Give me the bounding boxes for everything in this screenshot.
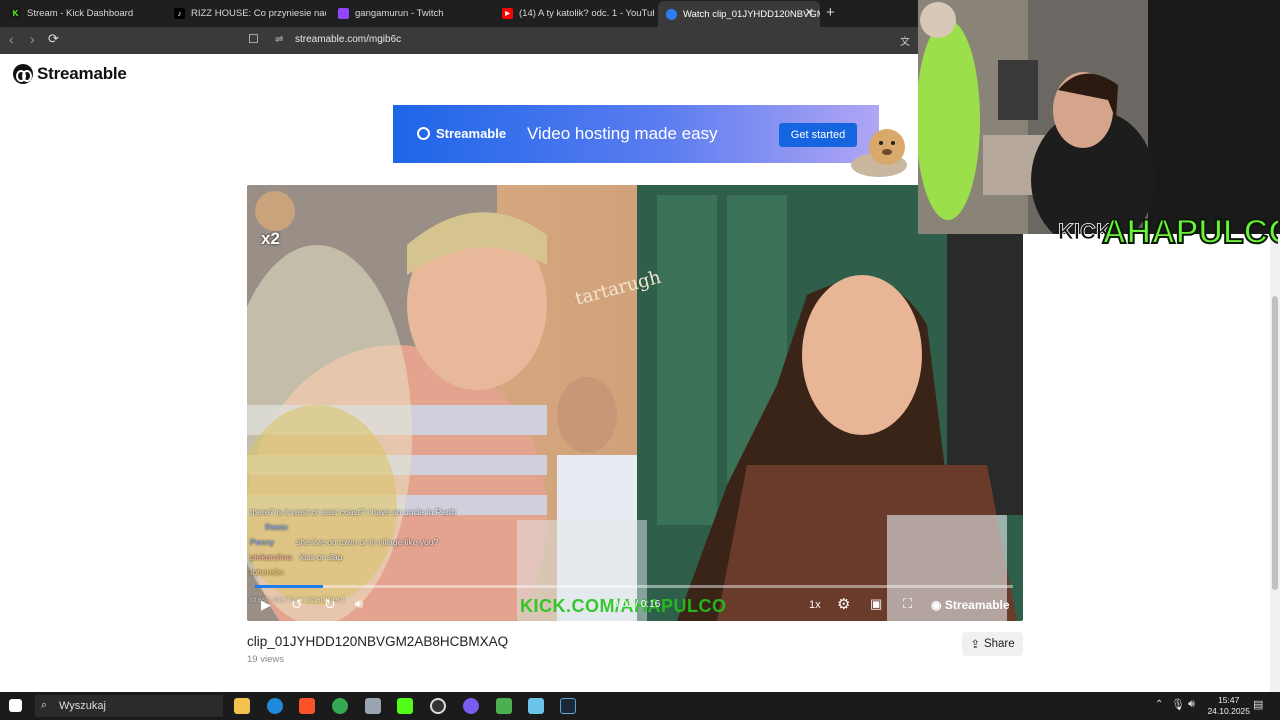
tiktok-icon: ♪: [174, 8, 185, 19]
tab-streamable-active[interactable]: Watch clip_01JYHDD120NBVGM ✕: [658, 1, 820, 27]
streamable-icon: ◉: [931, 598, 942, 612]
twitch-icon: [338, 8, 349, 19]
rewind-icon[interactable]: ↺: [291, 596, 303, 613]
dog-mascot-image: [851, 129, 907, 177]
tab-tiktok[interactable]: ♪ RIZZ HOUSE: Co przyniesie nadchod: [166, 2, 326, 25]
video-player[interactable]: tartarugh x2 there? is it west or east c…: [247, 185, 1023, 621]
file-explorer-icon[interactable]: [234, 698, 250, 714]
scrollbar-thumb[interactable]: [1272, 296, 1278, 590]
new-tab-button[interactable]: +: [826, 4, 835, 21]
video-frame: tartarugh: [247, 185, 1023, 621]
chat-line: she live on town or in village like you?: [296, 537, 439, 547]
app-icon[interactable]: [496, 698, 512, 714]
tab-label: Stream - Kick Dashboard: [27, 8, 134, 19]
tab-label: (14) A ty katolik? odc. 1 - YouTube: [519, 8, 654, 19]
share-icon: ⇪: [970, 639, 980, 651]
clock-time: 15:47: [1218, 695, 1240, 705]
view-count: 19 views: [247, 654, 284, 665]
search-placeholder: Wyszukaj: [59, 700, 106, 712]
tab-kick-dashboard[interactable]: K Stream - Kick Dashboard: [2, 2, 162, 25]
clock-date: 24.10.2025: [1207, 706, 1250, 716]
page-scrollbar[interactable]: [1270, 234, 1280, 692]
tab-twitch[interactable]: gangamurun - Twitch: [330, 2, 490, 25]
x2-badge: x2: [261, 229, 280, 248]
banner-headline: Video hosting made easy: [527, 124, 718, 143]
ad-banner[interactable]: Streamable Video hosting made easy Get s…: [393, 105, 907, 177]
streamable-logo-icon: [13, 64, 33, 84]
kick-icon: K: [10, 8, 21, 19]
video-time: 0:01 / 0:16: [613, 599, 661, 610]
volume-icon[interactable]: 🔊︎: [355, 596, 363, 612]
obs-icon[interactable]: [430, 698, 446, 714]
forward-skip-icon[interactable]: ↻: [324, 596, 336, 613]
video-progress-fill: [255, 585, 324, 588]
streamable-logo[interactable]: Streamable: [13, 64, 127, 84]
browser-toolbar: ‹ › ⟳ ☐ ⇌ streamable.com/mgib6c 文: [0, 27, 918, 54]
tab-youtube[interactable]: ▶ (14) A ty katolik? odc. 1 - YouTube: [494, 2, 654, 25]
share-button[interactable]: ⇪ Share: [962, 632, 1023, 656]
chrome-icon[interactable]: [332, 698, 348, 714]
playback-speed-button[interactable]: 1x: [809, 599, 821, 611]
chat-username: piekarolina:: [250, 552, 294, 562]
steam-icon[interactable]: [560, 698, 576, 714]
play-icon[interactable]: ▶: [261, 597, 271, 613]
reload-icon[interactable]: ⟳: [48, 31, 59, 47]
chat-line: there? is it west or east coast? i have …: [250, 507, 457, 517]
site-info-icon[interactable]: ⇌: [275, 34, 283, 45]
address-bar[interactable]: streamable.com/mgib6c: [295, 34, 401, 45]
chat-username: Penny: [250, 537, 275, 547]
channel-logo-text: AHAPULCO: [1102, 213, 1278, 251]
forward-icon[interactable]: ›: [30, 31, 35, 47]
browser-tab-bar: K Stream - Kick Dashboard ♪ RIZZ HOUSE: …: [0, 0, 918, 27]
player-brand-text: Streamable: [944, 598, 1010, 612]
banner-brand-text: Streamable: [436, 126, 507, 141]
notifications-icon[interactable]: ▤: [1253, 698, 1263, 711]
speaker-icon[interactable]: 🔊︎: [1188, 698, 1195, 711]
streamable-player-brand[interactable]: ◉ Streamable: [931, 598, 1010, 612]
webcam-image: [918, 0, 1280, 234]
fullscreen-icon[interactable]: ⛶: [903, 596, 912, 612]
back-icon[interactable]: ‹: [9, 31, 14, 47]
taskbar-search[interactable]: ⌕ Wyszukaj: [35, 695, 223, 717]
chat-username: toberelle:: [250, 567, 285, 577]
logo-text: Streamable: [37, 64, 127, 83]
app-icon[interactable]: [528, 698, 544, 714]
kick-channel-logo: KICK AHAPULCO: [1058, 212, 1278, 252]
tray-chevron-icon[interactable]: ⌃: [1155, 699, 1163, 710]
picture-in-picture-icon[interactable]: ▣: [870, 596, 882, 612]
tab-label: gangamurun - Twitch: [355, 8, 444, 19]
microphone-icon[interactable]: 🎙︎: [1171, 698, 1185, 711]
edge-icon[interactable]: [267, 698, 283, 714]
windows-taskbar: ⌕ Wyszukaj ⌃ 🎙︎ 🔊︎ 15:47 24.10.2025 ▤: [0, 692, 1280, 720]
settings-gear-icon[interactable]: ⚙: [837, 595, 850, 613]
share-label: Share: [983, 638, 1015, 650]
discord-icon[interactable]: [463, 698, 479, 714]
tab-label: RIZZ HOUSE: Co przyniesie nadchod: [191, 8, 326, 19]
clip-title: clip_01JYHDD120NBVGM2AB8HCBMXAQ: [247, 634, 509, 649]
kick-app-icon[interactable]: [397, 698, 413, 714]
chat-username: Reeto: [265, 522, 288, 532]
tab-label: Watch clip_01JYHDD120NBVGM: [683, 8, 820, 20]
banner-brand: Streamable: [417, 126, 506, 141]
translate-icon[interactable]: 文: [900, 33, 910, 48]
streamable-icon: [417, 127, 430, 140]
chat-line: kiss or slap: [300, 552, 343, 562]
taskbar-clock[interactable]: 15:47 24.10.2025: [1207, 695, 1250, 717]
streamable-icon: [666, 8, 677, 20]
brave-icon[interactable]: [299, 698, 315, 714]
windows-start-icon[interactable]: [9, 699, 22, 712]
webcam-overlay: [918, 0, 1280, 234]
app-icon[interactable]: [365, 698, 381, 714]
close-tab-icon[interactable]: ✕: [805, 6, 814, 19]
bookmark-icon[interactable]: ☐: [248, 32, 259, 46]
search-icon: ⌕: [41, 699, 48, 711]
video-progress-bar[interactable]: [255, 585, 1013, 588]
youtube-icon: ▶: [502, 8, 513, 19]
